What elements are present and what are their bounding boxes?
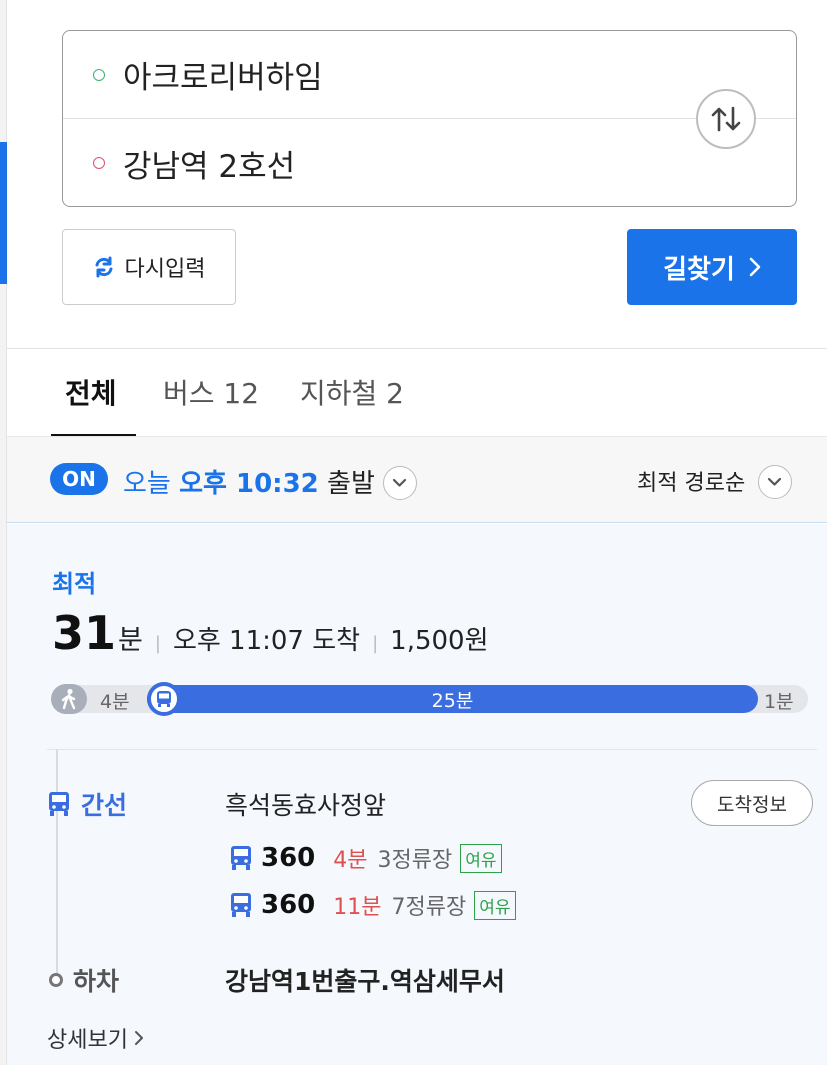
bus-line-type-label: 간선: [81, 791, 128, 820]
search-route-label: 길찾기: [663, 254, 735, 285]
section-divider: [7, 348, 827, 349]
bus-line-type: 간선: [47, 786, 127, 822]
view-details-label: 상세보기: [47, 1028, 128, 1053]
bus-arrival-row[interactable]: 360 4분 3정류장 여유: [229, 842, 502, 874]
tab-all[interactable]: 전체: [65, 372, 117, 412]
walk-icon: [51, 684, 87, 714]
bus-icon: [231, 893, 251, 917]
swap-route-button[interactable]: [696, 89, 756, 149]
reset-input-button[interactable]: 다시입력: [62, 229, 236, 305]
bus-number: 360: [261, 890, 316, 920]
result-divider: [47, 749, 817, 750]
bus-icon: [49, 792, 69, 816]
bus-icon: [147, 682, 181, 716]
walk-end-minutes: 1분: [764, 691, 794, 713]
boarding-stop: 흑석동효사정앞: [225, 791, 387, 820]
summary-divider: |: [372, 633, 379, 654]
sidebar-active-indicator: [0, 142, 7, 284]
refresh-icon: [95, 256, 113, 278]
fare: 1,500원: [390, 626, 489, 656]
arrival-info-button[interactable]: 도착정보: [691, 780, 813, 826]
bus-segment-minutes: 25분: [431, 689, 474, 712]
origin-text: 아크로리버하임: [123, 60, 323, 96]
route-input-box: 아크로리버하임 강남역 2호선: [62, 30, 797, 207]
transport-tabs: 전체 버스 12 지하철 2: [7, 350, 827, 436]
tab-subway[interactable]: 지하철 2: [300, 372, 404, 412]
bus-remaining-stops: 7정류장: [391, 895, 467, 920]
alight-label-group: 하차: [49, 962, 119, 998]
alight-label: 하차: [73, 967, 120, 996]
sort-label: 최적 경로순: [637, 471, 746, 496]
origin-field[interactable]: 아크로리버하임: [63, 31, 796, 119]
tab-bus[interactable]: 버스 12: [163, 372, 259, 412]
bus-arrival-minutes: 4분: [333, 848, 368, 873]
arrival-time: 오후 11:07 도착: [172, 626, 361, 656]
departure-suffix: 출발: [327, 469, 375, 499]
departure-time-bar: ON 오늘 오후 10:32 출발 최적 경로순: [7, 436, 827, 523]
chevron-right-icon: [749, 257, 761, 277]
search-route-button[interactable]: 길찾기: [627, 229, 797, 305]
crowd-status-badge: 여유: [474, 890, 516, 920]
view-details-link[interactable]: 상세보기: [47, 1022, 144, 1054]
chevron-down-icon: [383, 465, 418, 500]
swap-arrows-icon: [711, 106, 741, 132]
duration-value: 31: [52, 606, 117, 660]
departure-time-selector[interactable]: 오늘 오후 10:32 출발: [123, 463, 418, 502]
walk-start-minutes: 4분: [100, 691, 130, 713]
route-summary: 31 분 | 오후 11:07 도착 | 1,500원: [52, 606, 489, 660]
destination-dot-icon: [93, 157, 105, 169]
alight-point-icon: [49, 973, 63, 987]
bus-remaining-stops: 3정류장: [377, 848, 453, 873]
chevron-down-icon: [758, 465, 793, 499]
origin-dot-icon: [93, 68, 105, 81]
duration-unit: 분: [118, 625, 143, 656]
destination-text: 강남역 2호선: [123, 148, 296, 185]
crowd-status-badge: 여유: [460, 843, 502, 873]
best-route-label: 최적: [52, 570, 97, 598]
bus-arrival-minutes: 11분: [333, 895, 382, 920]
realtime-on-toggle[interactable]: ON: [50, 463, 108, 495]
departure-time: 오후 10:32: [179, 469, 319, 499]
destination-field[interactable]: 강남역 2호선: [63, 119, 796, 207]
reset-input-label: 다시입력: [124, 257, 206, 282]
bus-number: 360: [261, 843, 316, 873]
bus-icon: [231, 846, 251, 870]
route-timeline-line: [56, 749, 58, 974]
departure-day: 오늘: [123, 469, 171, 499]
route-result-card[interactable]: 최적 31 분 | 오후 11:07 도착 | 1,500원 4분 25분 1분…: [7, 524, 827, 1065]
sort-selector[interactable]: 최적 경로순: [637, 465, 793, 501]
bus-arrival-row[interactable]: 360 11분 7정류장 여유: [229, 889, 516, 921]
alight-stop: 강남역1번출구.역삼세무서: [225, 967, 505, 996]
route-segment-bar: 4분 25분 1분: [51, 682, 808, 716]
bus-segment: 25분: [147, 685, 758, 713]
summary-divider: |: [154, 633, 161, 654]
chevron-right-icon: [134, 1031, 143, 1045]
